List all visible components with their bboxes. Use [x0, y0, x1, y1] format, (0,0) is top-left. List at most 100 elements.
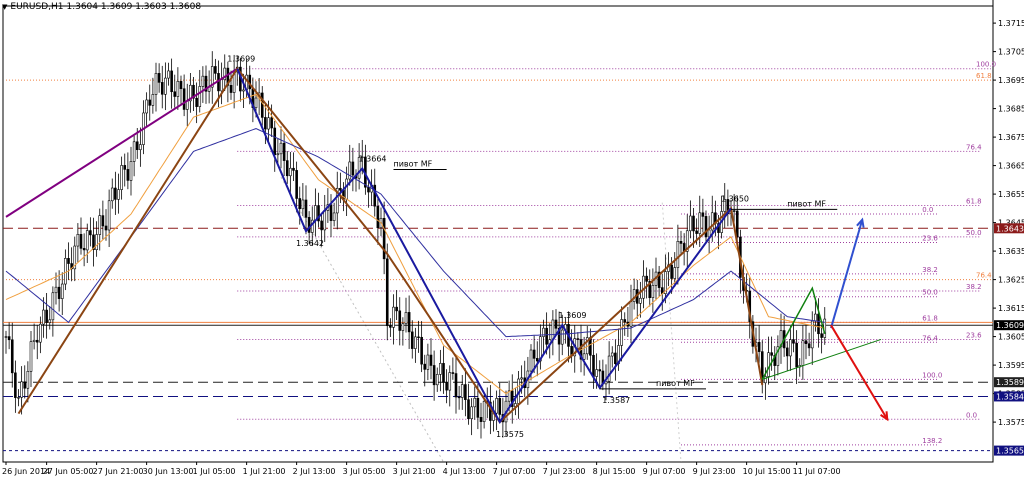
candle	[757, 342, 761, 352]
candle	[820, 333, 823, 338]
candle	[229, 85, 233, 93]
fib-label: 38.2	[922, 266, 938, 274]
pivot-label: пивот MF	[394, 159, 433, 168]
candle	[529, 349, 533, 372]
chart-area[interactable]: 1.35751.35851.35951.36051.36151.36251.36…	[0, 0, 1024, 482]
candle	[320, 220, 323, 231]
fib-label: 76.4	[922, 334, 938, 342]
candle	[304, 199, 308, 218]
candle	[407, 312, 411, 333]
fib-label: 50.0	[966, 229, 982, 237]
candle	[295, 170, 298, 199]
candle	[598, 369, 602, 372]
x-tick-label: 11 Jul 07:00	[793, 467, 841, 476]
y-tick-label: 1.3625	[998, 276, 1024, 285]
candle	[620, 319, 623, 346]
candle	[676, 241, 680, 268]
candle	[157, 73, 161, 83]
candle	[329, 204, 333, 221]
candle	[17, 397, 20, 399]
candle	[7, 336, 11, 341]
candle	[98, 215, 102, 235]
candle	[104, 225, 108, 231]
fib-label: 76.4	[976, 272, 992, 280]
candle	[276, 153, 280, 156]
candle	[307, 217, 311, 233]
candle	[770, 352, 773, 356]
fib-label: 76.4	[966, 143, 982, 151]
candle	[445, 382, 448, 391]
candle	[339, 187, 342, 191]
candle	[651, 285, 655, 299]
candle	[260, 92, 264, 118]
candle	[201, 75, 205, 87]
y-tick-label: 1.3705	[998, 48, 1024, 57]
candle	[95, 234, 98, 251]
y-tick-label: 1.3685	[998, 105, 1024, 114]
price-chart[interactable]: 1.35751.35851.35951.36051.36151.36251.36…	[0, 0, 1024, 482]
candle	[645, 275, 648, 282]
candle	[392, 306, 395, 328]
candle	[270, 117, 273, 129]
candle	[732, 210, 736, 212]
candle	[76, 234, 80, 247]
candle	[132, 141, 136, 162]
candle	[442, 363, 445, 383]
y-tick-label: 1.3665	[998, 162, 1024, 171]
candle	[345, 178, 348, 200]
candle	[298, 198, 302, 210]
candle	[679, 241, 683, 244]
extremum-label: 1.3609	[559, 311, 587, 320]
candle	[35, 339, 39, 343]
candle	[704, 216, 708, 238]
candle	[532, 349, 536, 359]
x-tick-label: 1 Jul 05:00	[193, 467, 236, 476]
candle	[42, 309, 45, 325]
y-tick-label: 1.3575	[998, 418, 1024, 427]
candle	[164, 77, 167, 95]
y-tick-label: 1.3655	[998, 190, 1024, 199]
chart-title: ▼ EURUSD,H1 1.3604 1.3609 1.3603 1.3608	[2, 2, 201, 12]
candle	[176, 81, 180, 97]
fib-label: 38.2	[966, 283, 982, 291]
candle	[170, 70, 173, 93]
candle	[264, 117, 267, 130]
candle	[560, 329, 564, 345]
candle	[117, 189, 120, 200]
x-tick-label: 27 Jun 21:00	[93, 467, 144, 476]
y-tick-label: 1.3615	[998, 304, 1024, 313]
extremum-label: 1.3699	[227, 55, 255, 64]
candle	[385, 258, 389, 326]
extremum-label: 1.3587	[602, 396, 630, 405]
pivot-label: пивот MF	[787, 199, 826, 208]
dropdown-arrow-icon[interactable]: ▼	[2, 3, 7, 11]
candle	[535, 358, 539, 362]
candle	[26, 371, 30, 389]
candle	[89, 230, 92, 236]
candle	[135, 141, 139, 151]
candle	[432, 365, 436, 386]
fib-label: 61.8	[976, 72, 992, 80]
candle	[464, 384, 467, 400]
candle	[695, 230, 698, 234]
candle	[60, 283, 64, 299]
candle	[57, 286, 61, 299]
candle	[476, 397, 480, 418]
candle	[79, 234, 83, 249]
fib-levels: 100.0 61.8 76.4 61.8 0.0 50.0 23.6 38.2 76.4 38.2…	[6, 61, 996, 446]
candle	[420, 336, 423, 365]
candle	[701, 212, 705, 217]
candle	[698, 212, 702, 234]
x-axis: 26 Jun 201427 Jun 05:00 27 Jun 21:00 30 Ju…	[2, 462, 841, 476]
candle	[242, 89, 245, 92]
y-tick-label: 1.3595	[998, 361, 1024, 370]
candle	[789, 339, 792, 357]
candle	[389, 325, 392, 328]
candle	[10, 339, 14, 374]
x-tick-label: 9 Jul 23:00	[693, 467, 736, 476]
candle	[120, 165, 123, 190]
candle	[398, 310, 402, 331]
candle	[198, 86, 202, 107]
candle	[470, 406, 473, 420]
price-tag-label: 1.3584	[996, 392, 1024, 401]
